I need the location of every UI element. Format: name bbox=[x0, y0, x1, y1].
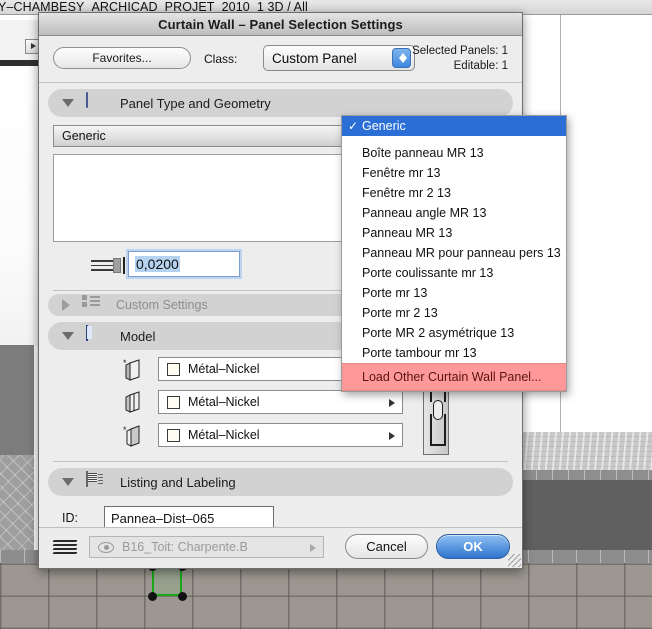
selected-panels-count: Selected Panels: 1 bbox=[412, 45, 508, 57]
menu-item[interactable]: Panneau MR 13 bbox=[342, 223, 566, 243]
chevron-right-icon bbox=[389, 432, 395, 440]
palette-fragment-shadow bbox=[0, 60, 40, 66]
material-inner-field[interactable]: Métal–Nickel bbox=[158, 423, 403, 447]
section-panel-type-and-geometry[interactable]: Panel Type and Geometry bbox=[48, 89, 513, 117]
color-swatch bbox=[167, 362, 180, 376]
selected-panel-marker[interactable] bbox=[152, 566, 182, 596]
section-label: Custom Settings bbox=[116, 298, 208, 312]
menu-item[interactable]: Porte mr 2 13 bbox=[342, 303, 566, 323]
layers-icon bbox=[52, 539, 79, 557]
menu-item[interactable]: Panneau MR pour panneau pers 13 bbox=[342, 243, 566, 263]
menu-item[interactable]: Porte coulissante mr 13 bbox=[342, 263, 566, 283]
menu-item-load-other-panel[interactable]: Load Other Curtain Wall Panel... bbox=[342, 364, 566, 390]
eye-icon bbox=[98, 541, 114, 553]
selection-node[interactable] bbox=[148, 592, 157, 601]
chevron-down-icon bbox=[399, 58, 407, 63]
section-label: Panel Type and Geometry bbox=[120, 95, 271, 111]
menu-load-section: Load Other Curtain Wall Panel... bbox=[342, 363, 566, 391]
chevron-right-icon bbox=[31, 43, 36, 49]
menu-item[interactable]: Fenêtre mr 13 bbox=[342, 163, 566, 183]
dialog-footer: B16_Toit: Charpente.B Cancel OK bbox=[39, 527, 522, 568]
material-middle-icon bbox=[122, 391, 146, 415]
cancel-button[interactable]: Cancel bbox=[345, 534, 428, 559]
id-value: Pannea–Dist–065 bbox=[111, 510, 215, 526]
inner-surface-glyph: * bbox=[123, 425, 140, 447]
class-stepper[interactable] bbox=[392, 48, 411, 68]
viewport-wall-hatch-left bbox=[0, 455, 34, 550]
menu-item[interactable]: Fenêtre mr 2 13 bbox=[342, 183, 566, 203]
divider bbox=[53, 461, 508, 462]
custom-settings-icon bbox=[82, 295, 104, 315]
material-outer-icon: * bbox=[122, 358, 146, 382]
listing-icon bbox=[86, 471, 108, 492]
id-label: ID: bbox=[62, 511, 78, 525]
menu-item[interactable]: Panneau angle MR 13 bbox=[342, 203, 566, 223]
edge-surface-glyph bbox=[125, 391, 140, 413]
outer-surface-glyph: * bbox=[123, 358, 140, 381]
viewport-slab-top bbox=[520, 432, 652, 472]
disclosure-triangle-down-icon[interactable] bbox=[62, 99, 74, 107]
layer-popup[interactable]: B16_Toit: Charpente.B bbox=[89, 536, 324, 558]
favorites-button[interactable]: Favorites... bbox=[53, 47, 191, 69]
class-value: Custom Panel bbox=[272, 50, 357, 66]
disclosure-triangle-right-icon[interactable] bbox=[62, 299, 70, 311]
section-label: Listing and Labeling bbox=[120, 474, 236, 490]
thickness-input[interactable]: 0,0200 bbox=[128, 251, 240, 277]
chain-bracket-bottom-icon bbox=[430, 414, 446, 446]
menu-item[interactable]: Porte mr 13 bbox=[342, 283, 566, 303]
menu-gap bbox=[342, 136, 566, 143]
section-listing-and-labeling[interactable]: Listing and Labeling bbox=[48, 468, 513, 496]
dialog-title: Curtain Wall – Panel Selection Settings bbox=[158, 16, 403, 32]
selection-node[interactable] bbox=[178, 592, 187, 601]
material-inner-value: Métal–Nickel bbox=[188, 428, 260, 442]
viewport-floor-grid bbox=[0, 563, 652, 629]
material-middle-field[interactable]: Métal–Nickel bbox=[158, 390, 403, 414]
ok-button[interactable]: OK bbox=[436, 534, 510, 559]
menu-item[interactable]: Porte tambour mr 13 bbox=[342, 343, 566, 363]
editable-count: Editable: 1 bbox=[453, 60, 508, 72]
color-swatch bbox=[167, 395, 180, 409]
menu-item-generic[interactable]: ✓ Generic bbox=[342, 116, 566, 136]
class-popup-menu[interactable]: Custom Panel bbox=[263, 45, 415, 71]
panel-type-dropdown-menu: ✓ Generic Boîte panneau MR 13 Fenêtre mr… bbox=[341, 115, 567, 392]
panel-type-value: Generic bbox=[62, 129, 106, 143]
class-label: Class: bbox=[204, 52, 238, 66]
layer-value: B16_Toit: Charpente.B bbox=[122, 540, 248, 554]
menu-item[interactable]: Porte MR 2 asymétrique 13 bbox=[342, 323, 566, 343]
section-label: Model bbox=[120, 328, 156, 344]
material-outer-value: Métal–Nickel bbox=[188, 362, 260, 376]
viewport-slab-edge bbox=[520, 470, 652, 480]
material-middle-value: Métal–Nickel bbox=[188, 395, 260, 409]
disclosure-triangle-down-icon[interactable] bbox=[62, 332, 74, 340]
model-icon bbox=[86, 325, 108, 346]
menu-item[interactable]: Boîte panneau MR 13 bbox=[342, 143, 566, 163]
dialog-title-bar[interactable]: Curtain Wall – Panel Selection Settings bbox=[39, 13, 522, 36]
panel-type-icon bbox=[86, 92, 108, 113]
menu-item-label: Generic bbox=[362, 119, 406, 133]
selection-info: Selected Panels: 1 Editable: 1 bbox=[412, 44, 508, 74]
color-swatch bbox=[167, 428, 180, 442]
thickness-value: 0,0200 bbox=[135, 256, 180, 272]
dialog-toolbar: Favorites... Class: Custom Panel Selecte… bbox=[39, 36, 522, 83]
thickness-icon bbox=[91, 257, 126, 274]
resize-grip[interactable] bbox=[508, 554, 521, 567]
checkmark-icon: ✓ bbox=[348, 119, 359, 133]
svg-text:*: * bbox=[123, 358, 127, 368]
viewport-wall-dark-left bbox=[0, 345, 34, 455]
chevron-right-icon bbox=[310, 544, 316, 552]
disclosure-triangle-down-icon[interactable] bbox=[62, 478, 74, 486]
chevron-right-icon bbox=[389, 399, 395, 407]
material-inner-icon: * bbox=[122, 424, 146, 448]
svg-text:*: * bbox=[123, 425, 127, 435]
